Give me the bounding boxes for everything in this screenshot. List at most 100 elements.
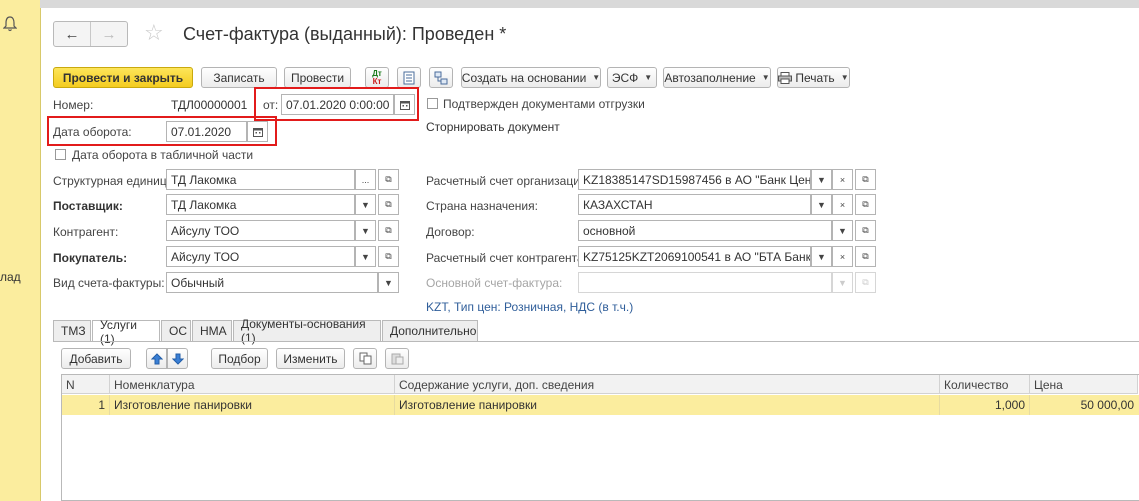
chevron-down-icon: ▼ bbox=[761, 73, 770, 82]
bell-icon[interactable] bbox=[2, 16, 18, 32]
tab-divider bbox=[53, 341, 1139, 342]
paste-icon[interactable] bbox=[385, 348, 409, 369]
post-and-close-button[interactable]: Провести и закрыть bbox=[53, 67, 193, 88]
tab-os[interactable]: ОС bbox=[161, 320, 191, 341]
create-based-on-label: Создать на основании bbox=[461, 70, 587, 85]
red-annotation-box-date bbox=[254, 87, 419, 121]
chevron-down-icon[interactable]: ▼ bbox=[355, 220, 376, 241]
row-content: Изготовление панировки bbox=[395, 395, 940, 415]
col-header-price[interactable]: Цена bbox=[1030, 375, 1138, 394]
col-header-qty[interactable]: Количество bbox=[940, 375, 1030, 394]
clear-icon[interactable]: × bbox=[832, 169, 853, 190]
contract-field[interactable]: основной bbox=[578, 220, 832, 241]
row-item: Изготовление панировки bbox=[110, 395, 395, 415]
chevron-down-icon: ▼ bbox=[644, 73, 653, 82]
open-icon[interactable]: ⧉ bbox=[855, 272, 876, 293]
move-down-icon[interactable] bbox=[167, 348, 188, 369]
counterparty-field[interactable]: Айсулу ТОО bbox=[166, 220, 355, 241]
save-button[interactable]: Записать bbox=[201, 67, 277, 88]
base-invoice-field[interactable] bbox=[578, 272, 832, 293]
post-button[interactable]: Провести bbox=[284, 67, 351, 88]
price-info-link[interactable]: KZT, Тип цен: Розничная, НДС (в т.ч.) bbox=[426, 300, 633, 314]
clear-icon[interactable]: × bbox=[832, 194, 853, 215]
forward-button[interactable]: → bbox=[91, 22, 127, 46]
document-list-icon[interactable] bbox=[397, 67, 421, 88]
create-based-on-button[interactable]: Создать на основании ▼ bbox=[461, 67, 601, 88]
buyer-field[interactable]: Айсулу ТОО bbox=[166, 246, 355, 267]
chevron-down-icon[interactable]: ▼ bbox=[811, 194, 832, 215]
left-panel-label[interactable]: лад bbox=[0, 270, 21, 284]
open-icon[interactable]: ⧉ bbox=[378, 169, 399, 190]
change-button[interactable]: Изменить bbox=[276, 348, 345, 369]
col-header-n[interactable]: N bbox=[62, 375, 110, 394]
row-price: 50 000,00 bbox=[1080, 398, 1134, 412]
print-label: Печать bbox=[795, 70, 835, 85]
chevron-down-icon[interactable]: ▼ bbox=[832, 272, 853, 293]
invoice-type-field[interactable]: Обычный bbox=[166, 272, 378, 293]
move-up-icon[interactable] bbox=[146, 348, 167, 369]
contract-label: Договор: bbox=[426, 225, 475, 239]
dt-kt-icon[interactable]: Дт Кт bbox=[365, 67, 389, 88]
open-icon[interactable]: ⧉ bbox=[378, 220, 399, 241]
esf-button[interactable]: ЭСФ ▼ bbox=[607, 67, 657, 88]
autofill-label: Автозаполнение bbox=[664, 70, 756, 85]
chevron-down-icon[interactable]: ▼ bbox=[832, 220, 853, 241]
tab-services[interactable]: Услуги (1) bbox=[92, 318, 160, 346]
chevron-down-icon[interactable]: ▼ bbox=[811, 169, 832, 190]
org-account-field[interactable]: KZ18385147SD15987456 в АО "Банк ЦентрК bbox=[578, 169, 811, 190]
row-qty: 1,000 bbox=[940, 395, 1030, 415]
cp-account-label: Расчетный счет контрагента: bbox=[426, 251, 587, 265]
page-title: Счет-фактура (выданный): Проведен * bbox=[183, 24, 507, 44]
storno-link[interactable]: Сторнировать документ bbox=[426, 120, 560, 134]
chevron-down-icon[interactable]: ▼ bbox=[355, 194, 376, 215]
chevron-down-icon[interactable]: ▼ bbox=[355, 246, 376, 267]
confirmed-label[interactable]: Подтвержден документами отгрузки bbox=[443, 97, 645, 111]
confirmed-checkbox[interactable] bbox=[427, 98, 438, 109]
base-invoice-label: Основной счет-фактура: bbox=[426, 276, 563, 290]
tab-additional[interactable]: Дополнительно bbox=[382, 320, 478, 341]
col-header-content[interactable]: Содержание услуги, доп. сведения bbox=[395, 375, 940, 394]
chevron-down-icon[interactable]: ▼ bbox=[811, 246, 832, 267]
open-icon[interactable]: ⧉ bbox=[378, 246, 399, 267]
chevron-down-icon: ▼ bbox=[840, 73, 849, 82]
open-icon[interactable]: ⧉ bbox=[855, 246, 876, 267]
turnover-in-table-checkbox[interactable] bbox=[55, 149, 66, 160]
tab-nma[interactable]: НМА bbox=[192, 320, 232, 341]
chevron-down-icon: ▼ bbox=[592, 73, 601, 82]
open-icon[interactable]: ⧉ bbox=[855, 169, 876, 190]
clear-icon[interactable]: × bbox=[832, 246, 853, 267]
ellipsis-button[interactable]: ... bbox=[355, 169, 376, 190]
buyer-label: Покупатель: bbox=[53, 251, 128, 265]
chevron-down-icon[interactable]: ▼ bbox=[378, 272, 399, 293]
selection-button[interactable]: Подбор bbox=[211, 348, 268, 369]
supplier-label: Поставщик: bbox=[53, 199, 123, 213]
top-bar bbox=[40, 0, 1139, 8]
left-panel bbox=[0, 0, 41, 501]
autofill-button[interactable]: Автозаполнение ▼ bbox=[663, 67, 771, 88]
struct-unit-field[interactable]: ТД Лакомка bbox=[166, 169, 355, 190]
turnover-in-table-label[interactable]: Дата оборота в табличной части bbox=[72, 148, 253, 162]
services-table[interactable]: N Номенклатура Содержание услуги, доп. с… bbox=[61, 374, 1139, 501]
tab-base-documents[interactable]: Документы-основания (1) bbox=[233, 317, 381, 345]
structure-icon[interactable] bbox=[429, 67, 453, 88]
tab-tmz[interactable]: ТМЗ bbox=[53, 320, 91, 341]
open-icon[interactable]: ⧉ bbox=[378, 194, 399, 215]
cp-account-field[interactable]: KZ75125KZT2069100541 в АО "БТА Банк" bbox=[578, 246, 811, 267]
number-field[interactable]: ТДЛ00000001 bbox=[166, 94, 251, 115]
col-header-item[interactable]: Номенклатура bbox=[110, 375, 395, 394]
struct-unit-label: Структурная единица: bbox=[53, 174, 177, 188]
open-icon[interactable]: ⧉ bbox=[855, 220, 876, 241]
print-button[interactable]: Печать ▼ bbox=[777, 67, 850, 88]
open-icon[interactable]: ⧉ bbox=[855, 194, 876, 215]
number-label: Номер: bbox=[53, 98, 94, 112]
add-button[interactable]: Добавить bbox=[61, 348, 131, 369]
copy-icon[interactable] bbox=[353, 348, 377, 369]
row-n: 1 bbox=[62, 395, 110, 415]
table-row[interactable]: 1 Изготовление панировки Изготовление па… bbox=[62, 395, 1139, 415]
back-button[interactable]: ← bbox=[54, 22, 91, 46]
favorite-star-icon[interactable]: ☆ bbox=[144, 22, 164, 44]
printer-icon bbox=[778, 71, 793, 84]
esf-label: ЭСФ bbox=[611, 70, 639, 85]
supplier-field[interactable]: ТД Лакомка bbox=[166, 194, 355, 215]
dest-country-field[interactable]: КАЗАХСТАН bbox=[578, 194, 811, 215]
